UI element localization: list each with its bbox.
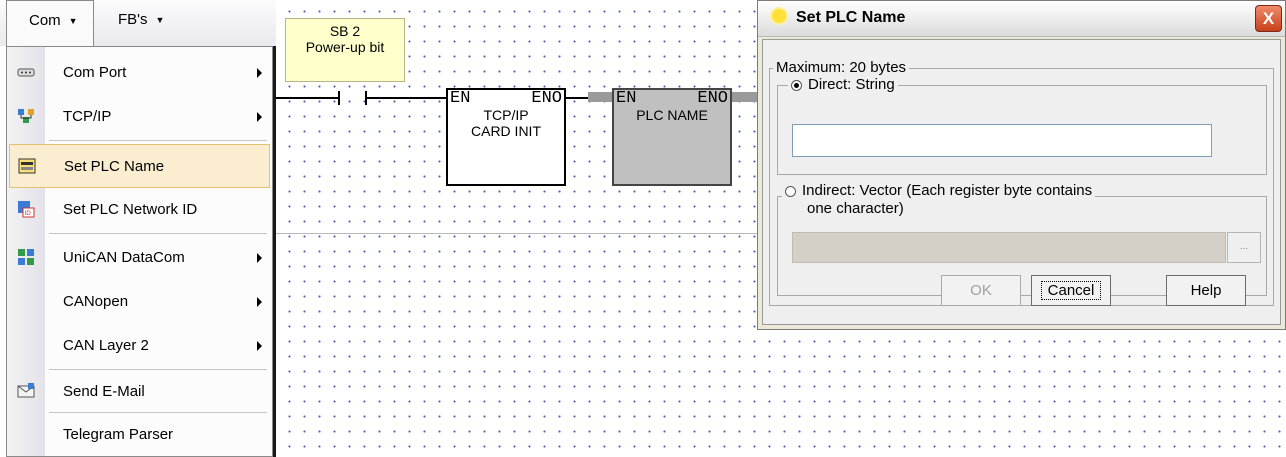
menu-item-unican-datacom[interactable]: UniCAN DataCom	[7, 236, 272, 280]
block-name-line-1: PLC NAME	[636, 107, 708, 123]
plc-name-block[interactable]: EN ENO PLC NAME	[612, 88, 732, 186]
cancel-label: Cancel	[1040, 281, 1102, 300]
contact-comment[interactable]: SB 2 Power-up bit	[285, 18, 405, 82]
network-icon	[18, 109, 34, 123]
close-icon: X	[1262, 9, 1275, 28]
submenu-arrow-icon	[257, 253, 262, 263]
serial-port-icon	[17, 68, 35, 77]
selected-wire-b	[732, 92, 757, 102]
menu-item-label: CAN Layer 2	[63, 337, 149, 354]
rung-wire-mid	[367, 97, 447, 99]
menubar: Com ▼ FB's ▼	[0, 0, 276, 48]
ok-button: OK	[941, 275, 1021, 306]
direct-string-input[interactable]	[792, 124, 1212, 157]
menu-item-tcpip[interactable]: TCP/IP	[7, 95, 272, 139]
submenu-arrow-icon	[257, 112, 262, 122]
svg-text:ID: ID	[25, 210, 32, 217]
menu-item-label: Telegram Parser	[63, 426, 174, 443]
menu-item-com-port[interactable]: Com Port	[7, 51, 272, 95]
direct-label: Direct: String	[808, 76, 895, 93]
direct-radio[interactable]: Direct: String	[788, 77, 898, 93]
submenu-arrow-icon	[257, 297, 262, 307]
radio-selected-icon	[791, 79, 802, 91]
browse-button: ...	[1227, 232, 1261, 263]
email-icon	[17, 383, 35, 398]
help-button[interactable]: Help	[1166, 275, 1246, 306]
direct-string-group: Direct: String	[777, 77, 1267, 175]
menu-separator	[49, 140, 267, 141]
menu-item-set-plc-network-id[interactable]: ID Set PLC Network ID	[7, 188, 272, 232]
com-dropdown-menu: Com Port TCP/IP Set PLC Name ID Set PLC …	[6, 46, 273, 457]
set-plc-name-dialog: Set PLC Name X Maximum: 20 bytes Direct:…	[757, 0, 1286, 330]
submenu-arrow-icon	[257, 341, 262, 351]
can-datacom-icon	[18, 249, 34, 265]
indirect-vector-input	[792, 232, 1226, 263]
menu-fbs[interactable]: FB's ▼	[118, 0, 164, 46]
canvas-border	[273, 0, 276, 457]
menu-separator	[49, 233, 267, 234]
indirect-label-line-1: Indirect: Vector (Each register byte con…	[802, 182, 1093, 199]
menu-item-label: UniCAN DataCom	[63, 249, 185, 266]
maximum-group: Maximum: 20 bytes Direct: String Indirec…	[769, 60, 1274, 306]
menu-com[interactable]: Com ▼	[6, 0, 94, 48]
submenu-arrow-icon	[257, 68, 262, 78]
dropdown-arrow-icon: ▼	[155, 15, 165, 26]
menu-item-label: CANopen	[63, 293, 129, 310]
menu-item-label: Send E-Mail	[63, 383, 145, 400]
menu-com-label: Com	[29, 12, 61, 29]
menu-item-telegram-parser[interactable]: Telegram Parser	[7, 413, 272, 457]
radio-empty-icon	[785, 185, 796, 197]
comment-line-2: Power-up bit	[305, 39, 385, 55]
menu-item-label: TCP/IP	[63, 108, 112, 125]
group-label: Maximum: 20 bytes	[773, 60, 910, 76]
contact-left-bar	[338, 91, 340, 105]
eno-label: ENO	[531, 89, 562, 108]
network-id-icon: ID	[18, 201, 35, 218]
en-label: EN	[616, 89, 637, 108]
en-label: EN	[450, 89, 471, 108]
indirect-label-line-2: one character)	[807, 200, 904, 217]
menu-item-canopen[interactable]: CANopen	[7, 280, 272, 324]
block-name-line-2: CARD INIT	[471, 123, 541, 139]
dropdown-arrow-icon: ▼	[68, 16, 78, 27]
indirect-radio[interactable]: Indirect: Vector (Each register byte con…	[782, 182, 1096, 218]
close-button[interactable]: X	[1255, 5, 1282, 32]
eno-label: ENO	[697, 89, 728, 108]
dialog-title: Set PLC Name	[796, 9, 906, 26]
menu-item-send-email[interactable]: Send E-Mail	[7, 370, 272, 414]
comment-line-1: SB 2	[329, 23, 361, 39]
menu-item-set-plc-name[interactable]: Set PLC Name	[9, 144, 270, 188]
menu-item-label: Set PLC Name	[64, 158, 165, 175]
block-name-line-1: TCP/IP	[483, 107, 529, 123]
selected-wire-a	[588, 92, 614, 102]
menu-item-label: Set PLC Network ID	[63, 201, 198, 218]
menu-item-can-layer-2[interactable]: CAN Layer 2	[7, 324, 272, 368]
menu-item-label: Com Port	[63, 64, 127, 81]
dialog-titlebar[interactable]: Set PLC Name X	[758, 1, 1285, 37]
menu-fbs-label: FB's	[118, 11, 148, 28]
rung-wire-left	[276, 97, 338, 99]
cancel-button[interactable]: Cancel	[1031, 275, 1111, 306]
help-label: Help	[1190, 282, 1222, 299]
tcpip-card-init-block[interactable]: EN ENO TCP/IP CARD INIT	[446, 88, 566, 186]
sun-icon	[772, 9, 786, 23]
plc-name-icon	[18, 158, 36, 174]
